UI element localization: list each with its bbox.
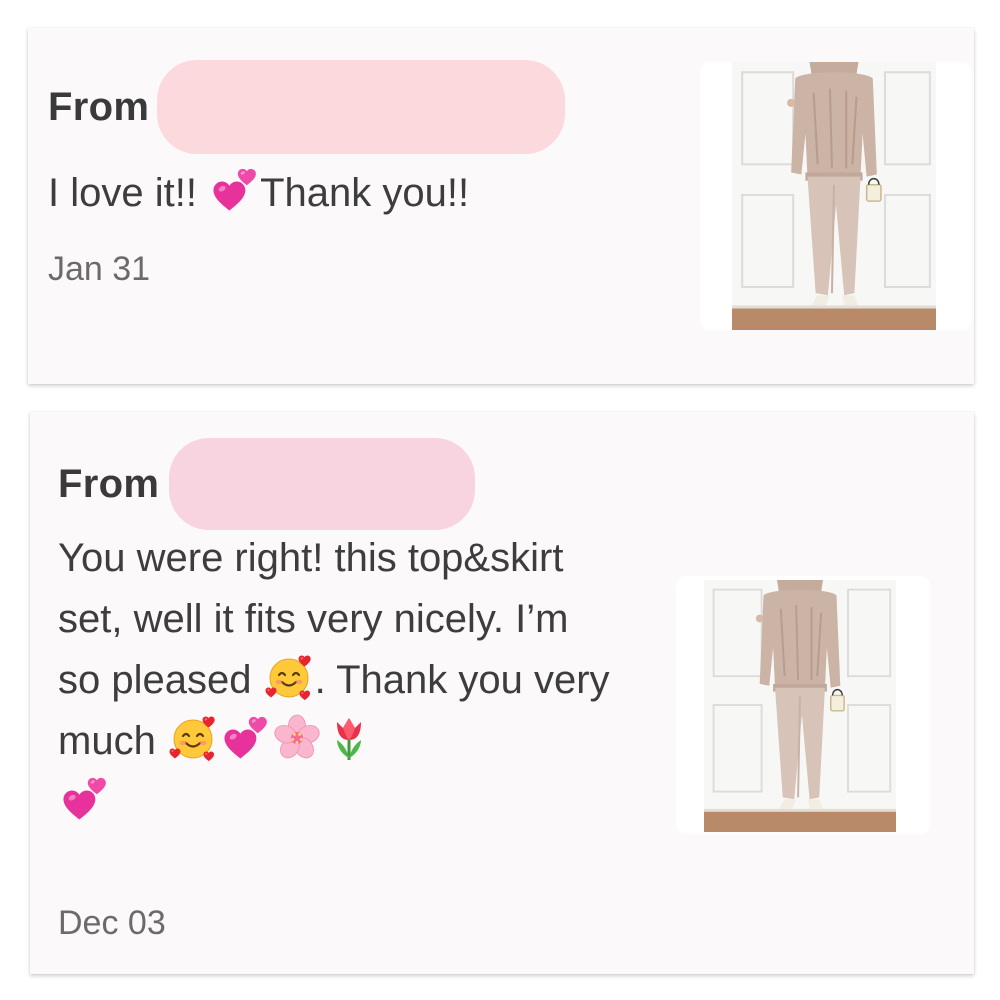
redacted-sender-name [169, 438, 476, 530]
review-date: Jan 31 [48, 250, 151, 288]
from-label: From [48, 84, 150, 129]
sender-row: From [58, 438, 476, 530]
smiling-face-with-hearts-icon [265, 653, 313, 701]
two-hearts-icon [60, 775, 108, 823]
product-photo[interactable] [704, 580, 896, 832]
two-hearts-icon [210, 166, 258, 214]
review-card: From You were right! this top&skirt set,… [30, 412, 974, 974]
product-photo-frame [700, 62, 972, 330]
review-message: You were right! this top&skirt set, well… [58, 528, 618, 833]
smiling-face-with-hearts-icon [169, 714, 217, 762]
product-photo-frame [676, 576, 930, 834]
review-card: From I love it!! Thank you!! Jan 31 [28, 28, 974, 384]
sender-row: From [48, 60, 566, 154]
review-message: I love it!! Thank you!! [48, 166, 668, 218]
message-text: Thank you!! [260, 171, 470, 215]
tulip-icon [325, 714, 373, 762]
review-collage: From I love it!! Thank you!! Jan 31 From… [0, 0, 1000, 1000]
product-photo[interactable] [732, 62, 936, 330]
message-text: I love it!! [48, 171, 209, 215]
from-label: From [58, 461, 160, 506]
redacted-sender-name [157, 60, 566, 154]
two-hearts-icon [221, 714, 269, 762]
cherry-blossom-icon [273, 714, 321, 762]
review-date: Dec 03 [58, 904, 166, 942]
